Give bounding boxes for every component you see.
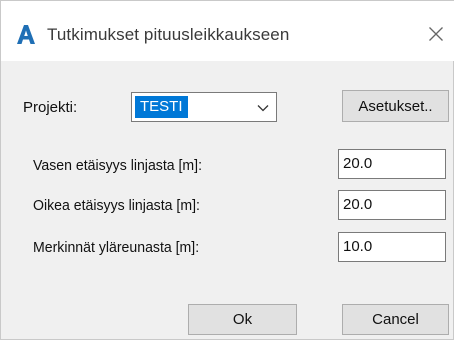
ok-button[interactable]: Ok — [188, 304, 297, 335]
project-selected-value: TESTI — [135, 96, 188, 118]
settings-button[interactable]: Asetukset.. — [342, 90, 449, 122]
close-button[interactable] — [423, 21, 449, 47]
autocad-a-icon — [15, 23, 37, 45]
title-bar: Tutkimukset pituusleikkaukseen — [1, 1, 454, 61]
project-label: Projekti: — [23, 99, 78, 116]
close-icon — [429, 27, 443, 41]
marks-from-top-label: Merkinnät yläreunasta [m]: — [33, 239, 200, 256]
window-title: Tutkimukset pituusleikkaukseen — [47, 25, 290, 44]
left-distance-label: Vasen etäisyys linjasta [m]: — [33, 157, 203, 174]
left-distance-input[interactable]: 20.0 — [338, 149, 446, 179]
chevron-down-icon — [256, 101, 270, 115]
dialog-window: Tutkimukset pituusleikkaukseen Projekti:… — [0, 0, 454, 340]
right-distance-input[interactable]: 20.0 — [338, 190, 446, 220]
cancel-button[interactable]: Cancel — [342, 304, 449, 335]
right-distance-label: Oikea etäisyys linjasta [m]: — [33, 197, 200, 214]
marks-from-top-input[interactable]: 10.0 — [338, 232, 446, 262]
project-select[interactable]: TESTI — [131, 92, 277, 122]
